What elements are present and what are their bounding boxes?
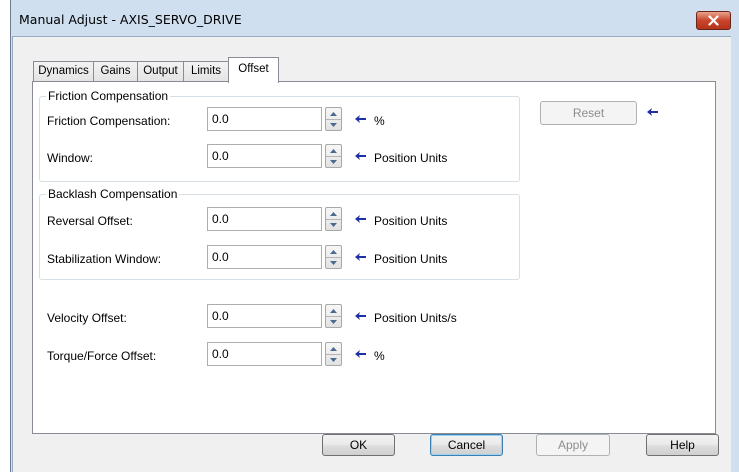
reset-button[interactable]: Reset (540, 101, 637, 125)
tab-output[interactable]: Output (137, 61, 184, 82)
velocity-offset-input[interactable]: 0.0 (207, 304, 322, 328)
spin-down-icon (330, 319, 337, 324)
torque-force-offset-input[interactable]: 0.0 (207, 342, 322, 366)
spin-up-icon (330, 111, 337, 116)
help-button[interactable]: Help (646, 434, 719, 456)
spin-up-icon (330, 148, 337, 153)
ok-button[interactable]: OK (322, 434, 395, 456)
group-title: Friction Compensation (46, 89, 171, 103)
cancel-button[interactable]: Cancel (430, 434, 503, 456)
unit-label: % (374, 114, 385, 128)
window-label: Window: (47, 151, 94, 165)
spin-down-button[interactable] (326, 354, 341, 365)
reversal-offset-input[interactable]: 0.0 (207, 207, 322, 231)
tab-limits[interactable]: Limits (183, 61, 229, 82)
spin-up-icon (330, 211, 337, 216)
group-title: Backlash Compensation (46, 187, 180, 201)
spin-down-icon (330, 122, 337, 127)
close-button[interactable] (696, 11, 731, 30)
spin-down-button[interactable] (326, 156, 341, 167)
spin-down-icon (330, 222, 337, 227)
unit-label: % (374, 349, 385, 363)
title-bar[interactable]: Manual Adjust - AXIS_SERVO_DRIVE (11, 0, 739, 36)
friction-compensation-label: Friction Compensation: (47, 114, 171, 128)
stabilization-window-label: Stabilization Window: (47, 252, 162, 266)
friction-compensation-input[interactable]: 0.0 (207, 107, 322, 131)
tab-label: Offset (238, 63, 269, 75)
spin-down-icon (330, 357, 337, 362)
pending-change-arrow-icon (355, 152, 366, 160)
spin-down-icon (330, 260, 337, 265)
pending-change-arrow-icon (355, 253, 366, 261)
tab-gains[interactable]: Gains (93, 61, 138, 82)
reversal-offset-spinner[interactable] (325, 207, 342, 231)
stabilization-window-input[interactable]: 0.0 (207, 245, 322, 269)
torque-force-offset-label: Torque/Force Offset: (47, 349, 157, 363)
tab-label: Gains (100, 65, 131, 77)
unit-label: Position Units (374, 252, 448, 266)
close-icon (708, 15, 719, 26)
spin-up-icon (330, 308, 337, 313)
unit-label: Position Units/s (374, 311, 457, 325)
dialog-window: Manual Adjust - AXIS_SERVO_DRIVE Dynamic… (10, 0, 739, 472)
pending-change-arrow-icon (355, 115, 366, 123)
pending-change-arrow-icon (355, 350, 366, 358)
offset-tab-panel: Friction Compensation Friction Compensat… (32, 81, 716, 434)
stabilization-window-spinner[interactable] (325, 245, 342, 269)
torque-force-offset-spinner[interactable] (325, 342, 342, 366)
velocity-offset-spinner[interactable] (325, 304, 342, 328)
tab-label: Limits (190, 65, 222, 77)
spin-down-button[interactable] (326, 219, 341, 230)
window-input[interactable]: 0.0 (207, 144, 322, 168)
spin-down-icon (330, 159, 337, 164)
spin-up-icon (330, 249, 337, 254)
window-spinner[interactable] (325, 144, 342, 168)
spin-down-button[interactable] (326, 316, 341, 327)
pending-change-arrow-icon (647, 108, 658, 116)
spin-up-icon (330, 346, 337, 351)
spin-down-button[interactable] (326, 119, 341, 130)
reversal-offset-label: Reversal Offset: (47, 214, 133, 228)
tab-label: Dynamics (38, 65, 89, 77)
unit-label: Position Units (374, 151, 448, 165)
tab-label: Output (143, 65, 178, 77)
window-title: Manual Adjust - AXIS_SERVO_DRIVE (19, 12, 242, 27)
dialog-client-area: Dynamics Gains Output Limits Offset Fric… (12, 36, 731, 472)
pending-change-arrow-icon (355, 312, 366, 320)
tab-offset[interactable]: Offset (228, 57, 279, 83)
tab-dynamics[interactable]: Dynamics (33, 61, 94, 82)
apply-button[interactable]: Apply (536, 434, 610, 456)
unit-label: Position Units (374, 214, 448, 228)
spin-down-button[interactable] (326, 257, 341, 268)
velocity-offset-label: Velocity Offset: (47, 311, 127, 325)
pending-change-arrow-icon (355, 215, 366, 223)
friction-compensation-spinner[interactable] (325, 107, 342, 131)
